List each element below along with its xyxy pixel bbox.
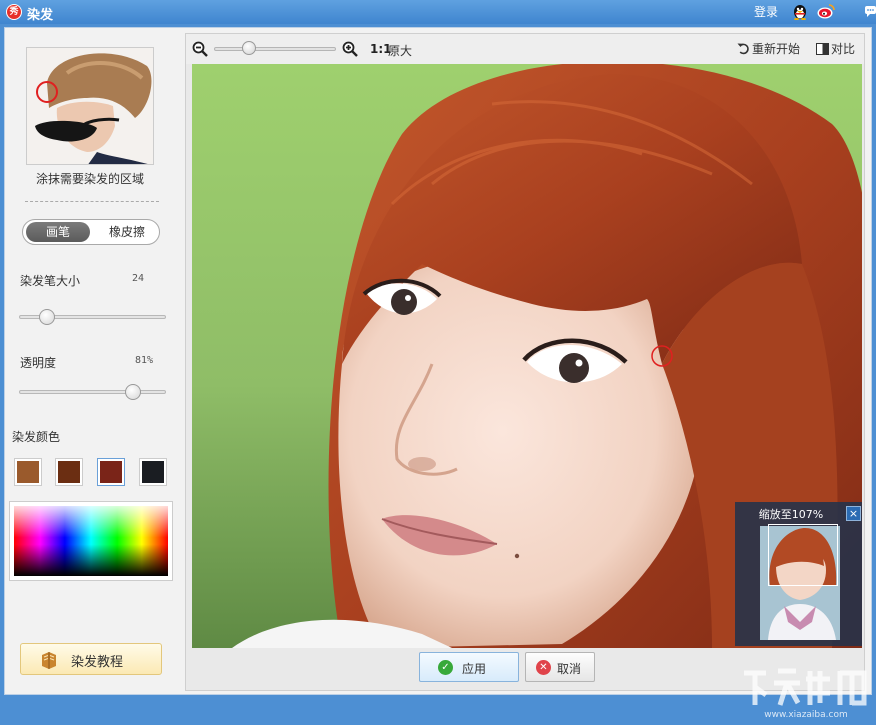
swatch-black[interactable] <box>139 458 167 486</box>
swatch-light-brown[interactable] <box>14 458 42 486</box>
opacity-value: 81% <box>135 355 154 366</box>
compare-label: 对比 <box>831 42 856 56</box>
zoom-in-icon[interactable] <box>342 41 358 57</box>
cancel-button[interactable]: ✕ 取消 <box>525 652 595 682</box>
restart-label: 重新开始 <box>752 42 801 56</box>
left-panel: 涂抹需要染发的区域 画笔 橡皮擦 染发笔大小 24 透明度 81% 染发颜色 染… <box>5 28 185 696</box>
apply-button[interactable]: ✓ 应用 <box>419 652 519 682</box>
hair-dye-tutorial-button[interactable]: 染发教程 <box>20 643 162 675</box>
watermark-logo: www.xiazaiba.com <box>744 668 867 719</box>
zoom-slider-thumb[interactable] <box>242 41 257 55</box>
opacity-slider[interactable] <box>19 390 166 394</box>
navigator-close-button[interactable]: × <box>846 506 861 521</box>
login-link[interactable]: 登录 <box>754 3 778 20</box>
color-spectrum-picker[interactable] <box>9 501 173 581</box>
editing-photo[interactable]: 缩放至107% × <box>192 64 862 648</box>
apply-label: 应用 <box>462 662 487 676</box>
cancel-x-icon: ✕ <box>536 660 551 675</box>
tool-toggle: 画笔 橡皮擦 <box>22 219 160 245</box>
hint-text: 涂抹需要染发的区域 <box>35 172 144 186</box>
editor-canvas-frame: 1:1 原大 重新开始 对比 缩放至107% × ✓ 应用 ✕ 取消 <box>185 33 865 691</box>
hair-color-label: 染发颜色 <box>12 430 61 444</box>
cancel-label: 取消 <box>557 662 582 676</box>
zoom-toolbar: 1:1 原大 重新开始 对比 <box>186 34 864 64</box>
svg-text:www.xiazaiba.com: www.xiazaiba.com <box>764 710 848 719</box>
brush-size-value: 24 <box>132 273 145 284</box>
weibo-icon[interactable] <box>817 3 835 20</box>
eraser-tool-button[interactable]: 橡皮擦 <box>97 222 157 242</box>
example-preview-image <box>26 47 154 165</box>
navigator-viewport-frame[interactable] <box>768 524 838 586</box>
zoom-level-text: 缩放至107% <box>758 508 824 521</box>
original-size-label[interactable]: 原大 <box>388 42 412 59</box>
swatch-dark-brown[interactable] <box>55 458 83 486</box>
app-logo-icon: 秀 <box>6 4 22 20</box>
message-icon[interactable] <box>864 4 876 18</box>
color-spectrum[interactable] <box>14 506 168 576</box>
title-bar: 秀 染发 登录 <box>0 0 876 24</box>
divider <box>25 201 159 202</box>
brush-size-slider-thumb[interactable] <box>38 309 55 325</box>
main-window: 涂抹需要染发的区域 画笔 橡皮擦 染发笔大小 24 透明度 81% 染发颜色 染… <box>4 27 872 695</box>
opacity-slider-thumb[interactable] <box>125 384 142 400</box>
check-icon: ✓ <box>438 660 453 675</box>
window-title: 染发 <box>27 8 54 23</box>
opacity-label: 透明度 <box>20 356 57 370</box>
restart-button[interactable]: 重新开始 <box>737 40 800 57</box>
qq-penguin-icon[interactable] <box>792 3 808 20</box>
compare-button[interactable]: 对比 <box>816 40 855 57</box>
zoom-out-icon[interactable] <box>192 41 208 57</box>
tutorial-label: 染发教程 <box>71 655 124 670</box>
undo-icon <box>737 43 749 55</box>
book-icon <box>42 652 56 669</box>
navigator-panel[interactable]: 缩放至107% × <box>735 502 862 646</box>
brush-size-label: 染发笔大小 <box>20 274 81 288</box>
compare-icon <box>816 43 829 55</box>
zoom-slider[interactable] <box>214 47 336 51</box>
brush-tool-button[interactable]: 画笔 <box>26 222 90 242</box>
swatch-wine-red[interactable] <box>97 458 125 486</box>
